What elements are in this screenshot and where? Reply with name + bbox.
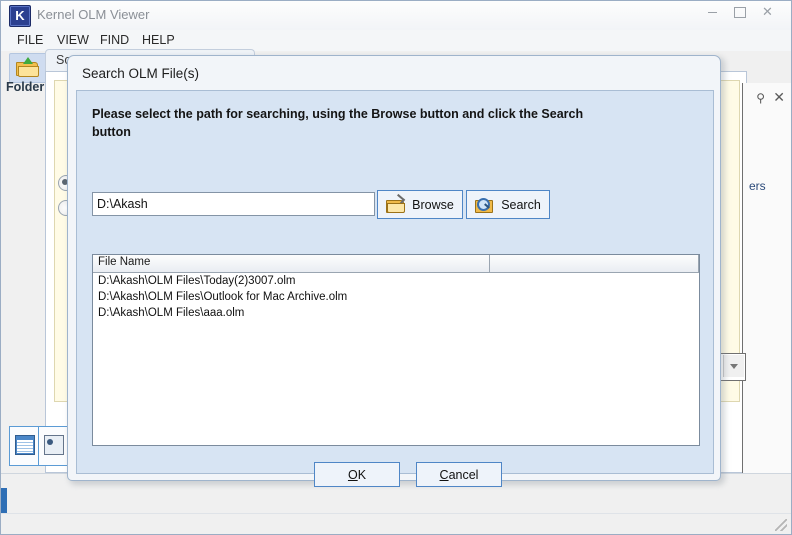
list-item[interactable]: D:\Akash\OLM Files\Today(2)3007.olm bbox=[93, 273, 699, 289]
dialog-body: Please select the path for searching, us… bbox=[76, 90, 714, 487]
ok-button[interactable]: OK bbox=[314, 462, 400, 487]
folder-open-icon bbox=[386, 193, 406, 213]
pin-icon[interactable]: ⚲ bbox=[756, 91, 765, 105]
path-input[interactable] bbox=[92, 192, 375, 216]
right-side-panel: ⚲ ✕ bbox=[742, 83, 791, 474]
search-button-label: Search bbox=[501, 197, 541, 212]
column-header-filename[interactable]: File Name bbox=[93, 255, 490, 272]
ok-rest: K bbox=[357, 467, 367, 482]
menu-view[interactable]: VIEW bbox=[51, 32, 95, 48]
chevron-down-icon[interactable] bbox=[723, 355, 744, 377]
window-title: Kernel OLM Viewer bbox=[37, 7, 150, 22]
dialog-title: Search OLM File(s) bbox=[82, 66, 200, 81]
cancel-accel: C bbox=[439, 467, 449, 482]
calendar-icon bbox=[15, 435, 35, 455]
contacts-icon bbox=[44, 435, 64, 455]
file-results-list[interactable]: File Name D:\Akash\OLM Files\Today(2)300… bbox=[92, 254, 700, 446]
folder-upload-icon bbox=[16, 57, 39, 77]
minimize-button[interactable] bbox=[699, 1, 726, 22]
menu-bar: FILE VIEW FIND HELP bbox=[1, 30, 791, 51]
browse-button[interactable]: Browse bbox=[377, 190, 463, 219]
status-bar bbox=[1, 513, 791, 534]
close-button[interactable]: ✕ bbox=[754, 1, 781, 22]
app-logo-icon: K bbox=[9, 5, 31, 27]
application-window: K Kernel OLM Viewer ✕ FILE VIEW FIND HEL… bbox=[0, 0, 792, 535]
nav-contacts-button[interactable] bbox=[39, 426, 68, 466]
menu-find[interactable]: FIND bbox=[94, 32, 135, 48]
menu-help[interactable]: HELP bbox=[136, 32, 181, 48]
list-rows: D:\Akash\OLM Files\Today(2)3007.olm D:\A… bbox=[93, 273, 699, 445]
list-column-headers: File Name bbox=[93, 255, 699, 273]
search-button[interactable]: Search bbox=[466, 190, 550, 219]
list-item[interactable]: D:\Akash\OLM Files\Outlook for Mac Archi… bbox=[93, 289, 699, 305]
title-bar: K Kernel OLM Viewer ✕ bbox=[1, 1, 791, 31]
resize-grip[interactable] bbox=[775, 519, 787, 531]
instruction-text: Please select the path for searching, us… bbox=[92, 107, 584, 139]
panel-close-icon[interactable]: ✕ bbox=[773, 89, 785, 106]
cancel-rest: ancel bbox=[448, 467, 479, 482]
cancel-button[interactable]: Cancel bbox=[416, 462, 502, 487]
browse-button-label: Browse bbox=[412, 197, 454, 212]
maximize-button[interactable] bbox=[726, 1, 753, 22]
list-item[interactable]: D:\Akash\OLM Files\aaa.olm bbox=[93, 305, 699, 321]
accent-bar bbox=[1, 488, 7, 516]
open-file-toolbar-button[interactable] bbox=[9, 53, 47, 83]
ok-accel: O bbox=[347, 467, 358, 482]
folder-label: Folder bbox=[6, 80, 45, 94]
column-header-blank[interactable] bbox=[490, 255, 699, 272]
nav-calendar-button[interactable] bbox=[9, 426, 39, 466]
search-olm-dialog: Search OLM File(s) Please select the pat… bbox=[67, 55, 721, 487]
search-folder-icon bbox=[475, 197, 494, 213]
right-panel-label: ers bbox=[749, 179, 766, 193]
menu-file[interactable]: FILE bbox=[11, 32, 49, 48]
